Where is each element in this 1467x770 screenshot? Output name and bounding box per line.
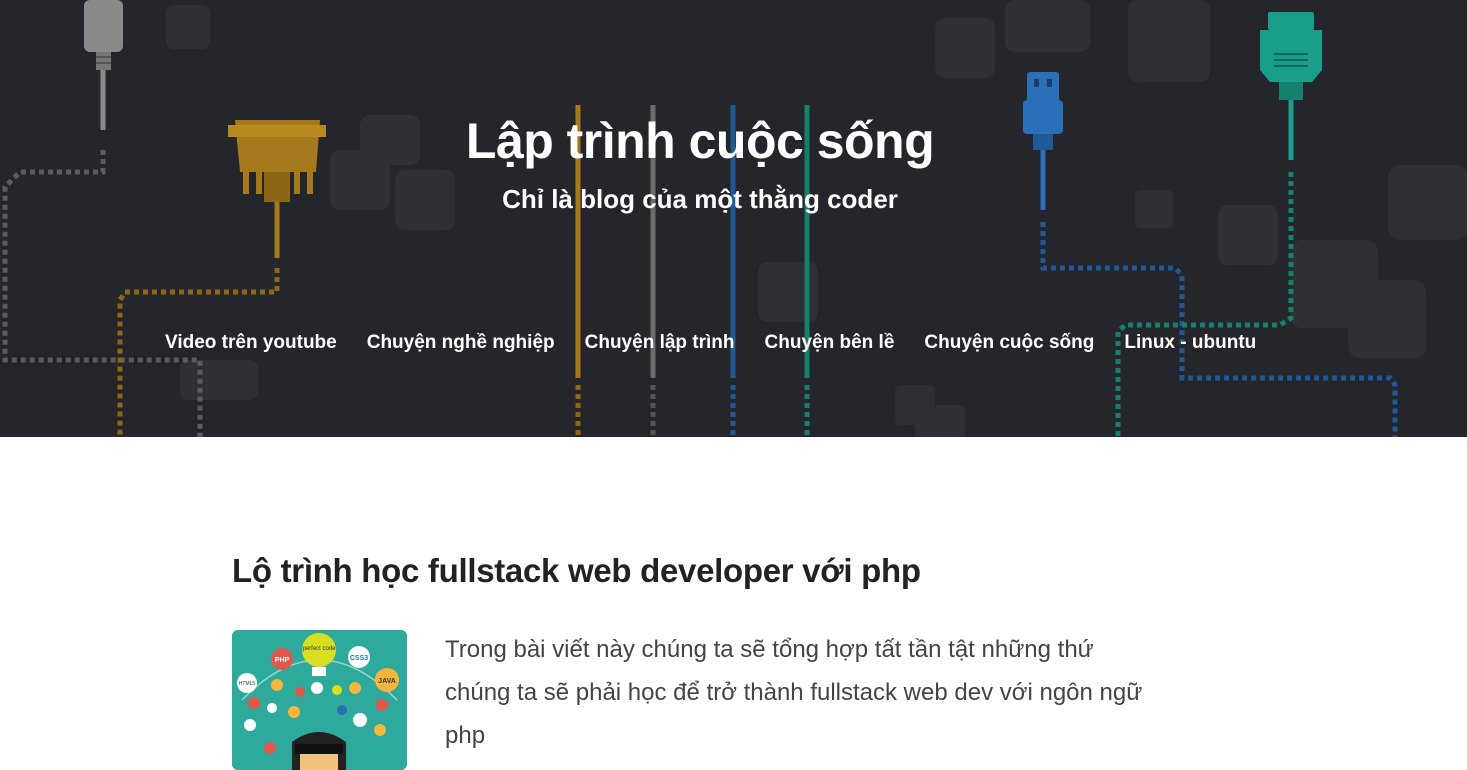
thumb-label-html5: HTML5 [239, 681, 256, 687]
nav-item-side-stories[interactable]: Chuyện bên lề [765, 332, 895, 354]
site-tagline: Chỉ là blog của một thằng coder [502, 184, 898, 214]
site-header: Lập trình cuộc sống Chỉ là blog của một … [0, 0, 1467, 437]
thumb-label-php: PHP [275, 657, 290, 664]
post-title[interactable]: Lộ trình học fullstack web developer với… [232, 552, 1172, 590]
nav-item-life[interactable]: Chuyện cuộc sống [924, 332, 1094, 354]
post-body: perfect code PHP CSS3 HTML5 JAVA Trong b… [232, 630, 1172, 770]
thumbnail-illustration: perfect code PHP CSS3 HTML5 JAVA [232, 630, 407, 770]
nav-item-video-youtube[interactable]: Video trên youtube [165, 332, 337, 354]
nav-item-linux-ubuntu[interactable]: Linux - ubuntu [1124, 332, 1256, 354]
site-title[interactable]: Lập trình cuộc sống [0, 112, 1400, 170]
nav-item-programming[interactable]: Chuyện lập trình [585, 332, 735, 354]
post-preview: Lộ trình học fullstack web developer với… [232, 552, 1172, 770]
thumb-label-css3: CSS3 [350, 655, 368, 662]
post-excerpt: Trong bài viết này chúng ta sẽ tổng hợp … [445, 636, 1143, 749]
thumb-label-java: JAVA [378, 678, 396, 685]
thumb-label-perfect-code: perfect code [302, 646, 336, 652]
post-thumbnail[interactable]: perfect code PHP CSS3 HTML5 JAVA [232, 630, 407, 770]
header-background-cables [2, 0, 1467, 437]
main-navigation: Video trên youtube Chuyện nghề nghiệp Ch… [165, 332, 1256, 354]
nav-item-career[interactable]: Chuyện nghề nghiệp [367, 332, 555, 354]
